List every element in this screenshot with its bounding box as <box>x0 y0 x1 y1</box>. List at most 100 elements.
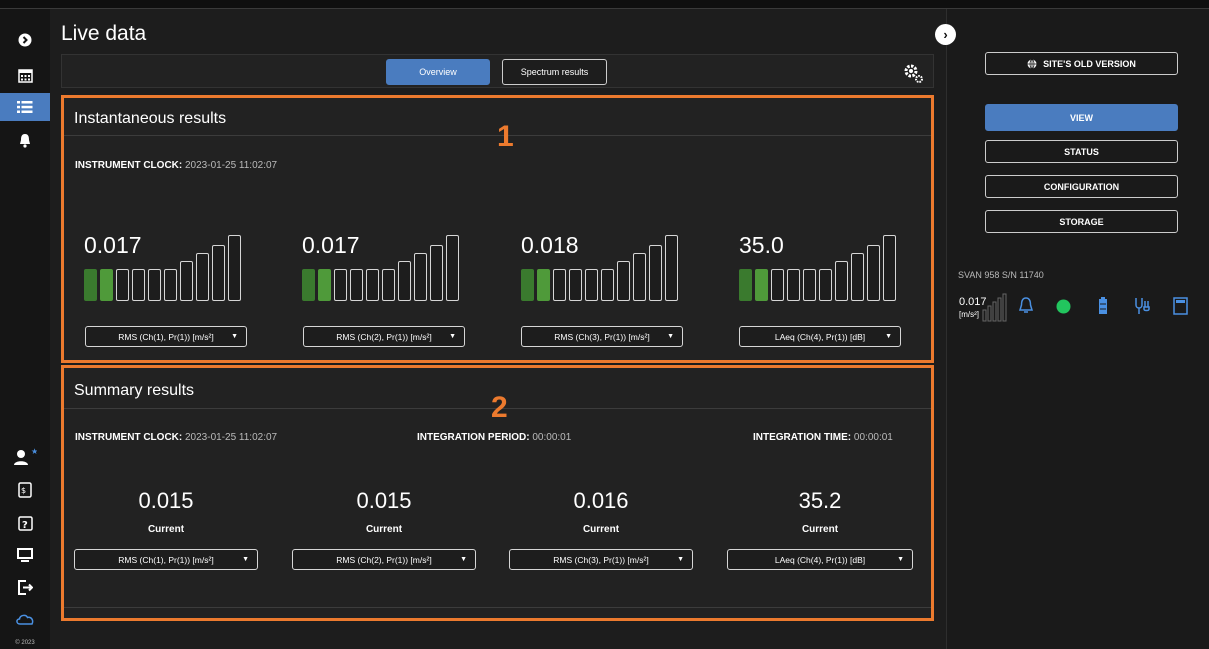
svg-text:?: ? <box>22 520 28 531</box>
meter-select[interactable]: LAeq (Ch(4), Pr(1)) [dB] ▼ <box>739 326 901 347</box>
level-bar <box>771 269 784 301</box>
menu-status[interactable]: STATUS <box>985 140 1178 163</box>
clock-label: INSTRUMENT CLOCK: <box>75 432 183 443</box>
meter-select[interactable]: RMS (Ch(3), Pr(1)) [m/s²] ▼ <box>521 326 683 347</box>
sidebar-item-display[interactable] <box>0 541 50 569</box>
level-bar <box>350 269 363 301</box>
divider <box>64 607 931 608</box>
summary-value: 35.2 <box>798 488 842 513</box>
sidebar-item-cloud[interactable] <box>0 605 50 633</box>
select-label: LAeq (Ch(4), Pr(1)) [dB] <box>774 331 866 342</box>
level-bar <box>382 269 395 301</box>
bell-icon <box>20 133 30 148</box>
annotation-badge-2: 2 <box>491 391 508 424</box>
caret-down-icon: ▼ <box>449 333 456 340</box>
annotation-badge-1: 1 <box>497 120 514 153</box>
user-star-icon: ★ <box>14 448 37 465</box>
level-bar <box>819 269 832 301</box>
integration-period: INTEGRATION PERIOD: 00:00:01 <box>417 432 571 443</box>
menu-configuration[interactable]: CONFIGURATION <box>985 175 1178 198</box>
level-bar <box>867 245 880 301</box>
globe-icon <box>1027 58 1037 69</box>
level-bar <box>446 235 459 301</box>
calendar-icon <box>17 68 33 83</box>
panel-title: Summary results <box>74 382 195 399</box>
old-version-button[interactable]: SITE'S OLD VERSION <box>985 52 1178 75</box>
caret-down-icon: ▼ <box>897 556 904 563</box>
level-bar <box>366 269 379 301</box>
old-version-label: SITE'S OLD VERSION <box>1043 58 1136 69</box>
summary-caption: Current <box>147 524 185 535</box>
select-label: LAeq (Ch(4), Pr(1)) [dB] <box>774 554 866 565</box>
help-icon: ? <box>17 515 33 531</box>
period-label: INTEGRATION PERIOD: <box>417 432 530 443</box>
instrument-clock: INSTRUMENT CLOCK: 2023-01-25 11:02:07 <box>75 432 277 443</box>
tab-toolbar <box>61 54 934 88</box>
level-bar <box>649 245 662 301</box>
level-bar <box>318 269 331 301</box>
caret-down-icon: ▼ <box>460 556 467 563</box>
integration-time: INTEGRATION TIME: 00:00:01 <box>753 432 893 443</box>
menu-storage[interactable]: STORAGE <box>985 210 1178 233</box>
level-bar <box>601 269 614 301</box>
level-bar <box>212 245 225 301</box>
level-bar <box>665 235 678 301</box>
level-bar <box>521 269 534 301</box>
level-bar <box>755 269 768 301</box>
tab-spectrum-results[interactable]: Spectrum results <box>502 59 607 85</box>
level-bar <box>617 261 630 301</box>
panel-title: Instantaneous results <box>74 110 227 127</box>
time-value: 00:00:01 <box>853 432 893 443</box>
sidebar-item-logout[interactable] <box>0 573 50 601</box>
summary-select[interactable]: LAeq (Ch(4), Pr(1)) [dB] ▼ <box>727 549 913 570</box>
sidebar-item-billing[interactable]: $ <box>0 476 50 504</box>
sidebar-item-calendar[interactable] <box>0 61 50 89</box>
chevron-right-icon: › <box>943 27 948 42</box>
level-bar <box>883 235 896 301</box>
caret-down-icon: ▼ <box>885 333 892 340</box>
device-unit: [m/s²] <box>959 310 979 319</box>
level-bar <box>414 253 427 301</box>
sd-card-icon <box>1173 297 1188 315</box>
meter-select[interactable]: RMS (Ch(2), Pr(1)) [m/s²] ▼ <box>303 326 465 347</box>
level-bar <box>228 235 241 301</box>
level-bar <box>835 261 848 301</box>
bell-outline-icon <box>1018 297 1034 313</box>
invoice-icon: $ <box>18 482 32 498</box>
tab-overview[interactable]: Overview <box>386 59 490 85</box>
clock-value: 2023-01-25 11:02:07 <box>185 432 278 443</box>
logout-icon <box>18 579 33 595</box>
settings-button[interactable] <box>902 62 924 84</box>
status-dot-icon <box>1056 299 1071 314</box>
meter-select[interactable]: RMS (Ch(1), Pr(1)) [m/s²] ▼ <box>85 326 247 347</box>
period-value: 00:00:01 <box>532 432 572 443</box>
sidebar: ★ $ ? © 2023 <box>0 9 50 649</box>
select-label: RMS (Ch(1), Pr(1)) [m/s²] <box>118 554 214 565</box>
level-bar <box>553 269 566 301</box>
level-bar <box>585 269 598 301</box>
level-bar <box>100 269 113 301</box>
summary-caption: Current <box>365 524 403 535</box>
cloud-icon <box>16 614 34 625</box>
summary-value: 0.016 <box>573 488 629 513</box>
level-bar <box>803 269 816 301</box>
instrument-clock: INSTRUMENT CLOCK: 2023-01-25 11:02:07 <box>75 160 277 171</box>
summary-select[interactable]: RMS (Ch(2), Pr(1)) [m/s²] ▼ <box>292 549 476 570</box>
sidebar-item-account[interactable]: ★ <box>0 443 50 471</box>
sidebar-item-live-data[interactable] <box>0 93 50 121</box>
level-bar <box>537 269 550 301</box>
level-bar <box>148 269 161 301</box>
summary-select[interactable]: RMS (Ch(3), Pr(1)) [m/s²] ▼ <box>509 549 693 570</box>
caret-down-icon: ▼ <box>242 556 249 563</box>
menu-view[interactable]: VIEW <box>985 104 1178 131</box>
expand-menu-button[interactable] <box>0 26 50 54</box>
sidebar-item-help[interactable]: ? <box>0 509 50 537</box>
level-meter <box>302 235 466 301</box>
collapse-panel-button[interactable]: › <box>935 24 956 45</box>
level-bar <box>569 269 582 301</box>
summary-select[interactable]: RMS (Ch(1), Pr(1)) [m/s²] ▼ <box>74 549 258 570</box>
sidebar-item-alarms[interactable] <box>0 126 50 154</box>
summary-caption: Current <box>582 524 620 535</box>
level-bar <box>851 253 864 301</box>
monitor-icon <box>17 547 33 562</box>
